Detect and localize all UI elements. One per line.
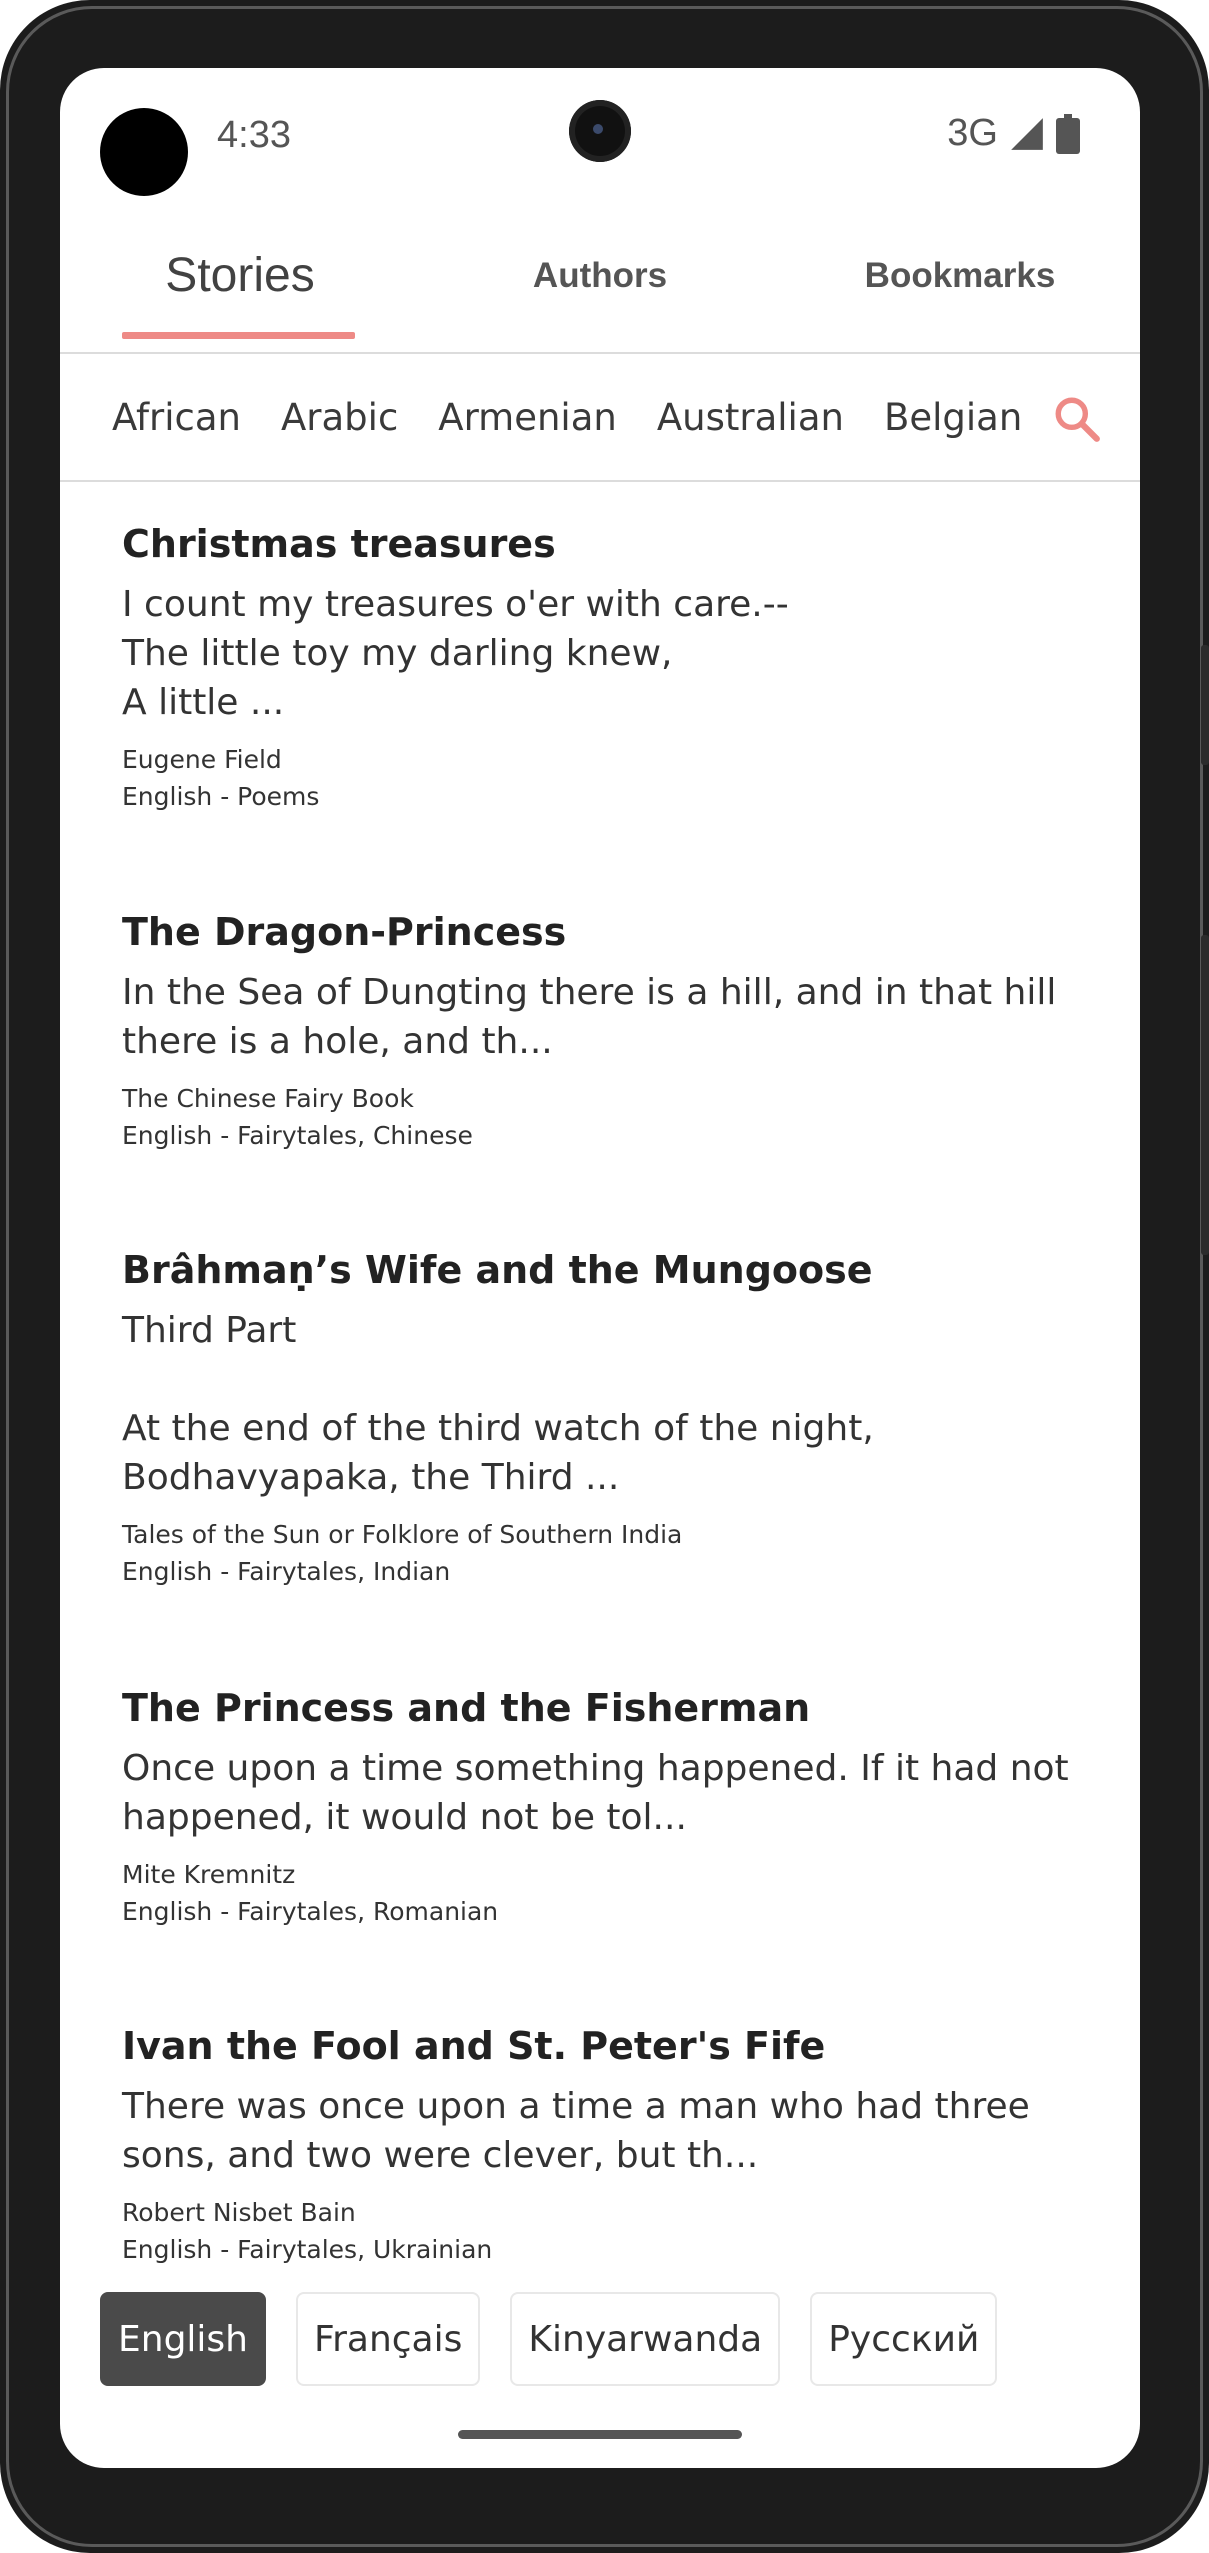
story-excerpt: There was once upon a time a man who had… [122, 2086, 1030, 2176]
story-category: English - Fairytales, Romanian [122, 1897, 499, 1926]
status-bar: 4:33 3G [60, 68, 1140, 196]
story-excerpt: Third Part At the end of the third watch… [122, 1310, 874, 1498]
status-time: 4:33 [217, 114, 291, 156]
genres-divider [60, 480, 1140, 482]
story-excerpt: Once upon a time something happened. If … [122, 1748, 1069, 1838]
battery-icon [1056, 113, 1080, 154]
story-category: English - Fairytales, Indian [122, 1557, 451, 1586]
network-type: 3G [947, 112, 998, 154]
camera-cutout [569, 100, 631, 162]
story-title: The Princess and the Fisherman [122, 1686, 811, 1730]
story-author: Eugene Field [122, 745, 282, 774]
phone-frame: 4:33 3G Stories Authors Bookmarks Africa… [0, 0, 1209, 2553]
story-author: Mite Kremnitz [122, 1860, 296, 1889]
tab-label: Authors [532, 256, 668, 295]
language-russian-button[interactable]: Русский [810, 2292, 998, 2386]
story-excerpt: In the Sea of Dungting there is a hill, … [122, 972, 1057, 1062]
story-author: Robert Nisbet Bain [122, 2198, 356, 2227]
app-screen: 4:33 3G Stories Authors Bookmarks Africa… [60, 68, 1140, 2468]
language-selector: English Français Kinyarwanda Русский [100, 2292, 998, 2386]
story-category: English - Poems [122, 782, 320, 811]
language-english-button[interactable]: English [100, 2292, 266, 2386]
story-category: English - Fairytales, Ukrainian [122, 2235, 493, 2264]
volume-button [1201, 935, 1209, 1255]
story-category: English - Fairytales, Chinese [122, 1121, 473, 1150]
story-item[interactable]: Brâhmaṇ’s Wife and the Mungoose Third Pa… [122, 1246, 1082, 1590]
story-item[interactable]: The Dragon-Princess In the Sea of Dungti… [122, 908, 1082, 1154]
story-title: Christmas treasures [122, 522, 556, 566]
signal-icon [1011, 117, 1043, 150]
power-button [1201, 645, 1209, 765]
tab-authors[interactable]: Authors [420, 218, 780, 352]
story-excerpt: I count my treasures o'er with care.-- T… [122, 584, 789, 723]
story-item[interactable]: The Princess and the Fisherman Once upon… [122, 1684, 1082, 1930]
home-indicator[interactable] [458, 2430, 742, 2439]
language-kinyarwanda-button[interactable]: Kinyarwanda [510, 2292, 781, 2386]
genre-armenian[interactable]: Armenian [438, 396, 617, 439]
search-icon[interactable] [1052, 394, 1102, 444]
story-item[interactable]: Ivan the Fool and St. Peter's Fife There… [122, 2022, 1082, 2268]
genre-arabic[interactable]: Arabic [281, 396, 398, 439]
tab-label: Bookmarks [864, 256, 1056, 295]
tab-label: Stories [165, 249, 315, 302]
story-title: Ivan the Fool and St. Peter's Fife [122, 2024, 826, 2068]
genre-filter-bar: African Arabic Armenian Australian Belgi… [60, 354, 1140, 480]
notification-dot [100, 108, 188, 196]
status-indicators: 3G [947, 112, 1080, 155]
tab-bookmarks[interactable]: Bookmarks [780, 218, 1140, 352]
language-french-button[interactable]: Français [296, 2292, 481, 2386]
genre-list: African Arabic Armenian Australian Belgi… [112, 354, 1022, 480]
story-author: Tales of the Sun or Folklore of Southern… [122, 1520, 683, 1549]
story-title: Brâhmaṇ’s Wife and the Mungoose [122, 1248, 873, 1292]
story-item[interactable]: Christmas treasures I count my treasures… [122, 520, 1082, 815]
story-author: The Chinese Fairy Book [122, 1084, 414, 1113]
genre-african[interactable]: African [112, 396, 241, 439]
genre-australian[interactable]: Australian [657, 396, 844, 439]
story-title: The Dragon-Princess [122, 910, 567, 954]
genre-belgian[interactable]: Belgian [884, 396, 1022, 439]
active-tab-indicator [122, 332, 355, 339]
